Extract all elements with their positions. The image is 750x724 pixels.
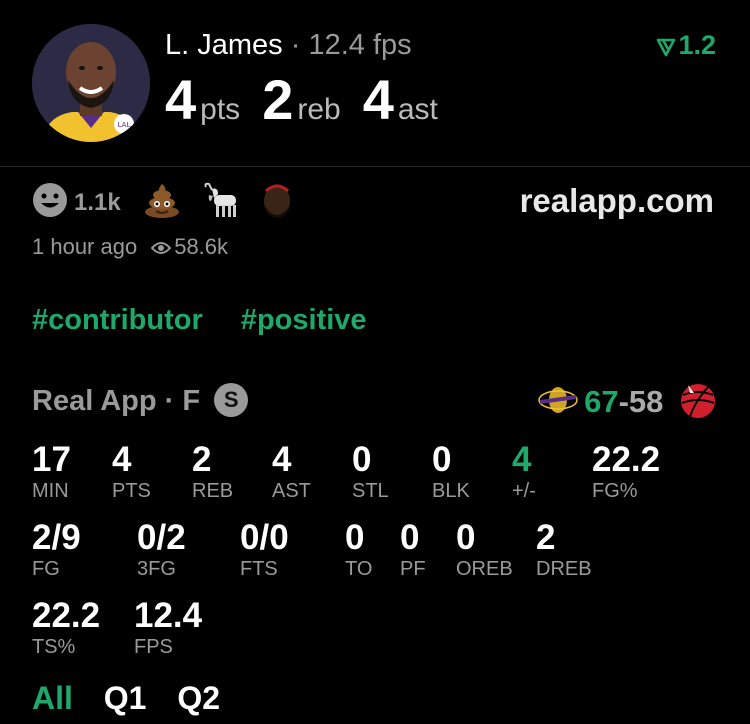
- tab-q2[interactable]: Q2: [177, 680, 220, 716]
- stat-value: 0: [432, 440, 452, 479]
- view-count: 58.6k: [174, 234, 229, 259]
- header-divider: [0, 166, 750, 167]
- stat-label: 3FG: [137, 558, 176, 580]
- separator-dot: ·: [164, 385, 175, 417]
- stat-value: 22.2: [592, 440, 661, 479]
- stat-pf: 0 PF: [400, 519, 426, 581]
- trend-down-icon: [657, 38, 676, 57]
- reb-value: 2: [262, 68, 294, 131]
- player-photo-icon: LAL: [32, 24, 150, 142]
- svg-text:LAL: LAL: [118, 121, 131, 129]
- stat-reb: 2 REB: [192, 441, 233, 503]
- trend-indicator: 1.2: [656, 30, 716, 61]
- stat-pts: 4 PTS: [112, 441, 151, 503]
- stat-fps: 12.4 FPS: [134, 597, 202, 659]
- stat-label: TO: [345, 558, 373, 580]
- stat-value: 0: [345, 518, 365, 557]
- pts-label: pts: [200, 93, 241, 126]
- stat-value: 4: [272, 440, 292, 479]
- headline-statline: 4 pts 2 reb 4 ast: [165, 72, 460, 128]
- ast-value: 4: [362, 68, 394, 131]
- goat-emoji-icon[interactable]: [200, 181, 240, 224]
- stat-label: FG: [32, 558, 60, 580]
- stat-value: 22.2: [32, 596, 101, 635]
- stat-label: DREB: [536, 558, 592, 580]
- smile-reaction-icon[interactable]: [32, 182, 68, 223]
- stat-label: REB: [192, 480, 234, 502]
- player-name-line: L. James · 12.4 fps: [165, 27, 412, 63]
- starter-badge: S: [214, 383, 249, 417]
- stat-oreb: 0 OREB: [456, 519, 513, 581]
- stat-label: PTS: [112, 480, 151, 502]
- stat-blk: 0 BLK: [432, 441, 470, 503]
- stat-label: AST: [272, 480, 311, 502]
- reaction-bar: 1.1k: [32, 181, 310, 221]
- stat-to: 0 TO: [345, 519, 372, 581]
- stat-dreb: 2 DREB: [536, 519, 592, 581]
- hashtag-contributor[interactable]: #contributor: [32, 304, 203, 336]
- smile-reaction-count: 1.1k: [74, 188, 121, 216]
- hashtag-list: #contributor #positive: [32, 304, 397, 337]
- stat-label: FPS: [134, 636, 173, 658]
- stat-ast: 4 AST: [272, 441, 311, 503]
- stat-stl: 0 STL: [352, 441, 389, 503]
- poop-emoji-icon[interactable]: [143, 182, 181, 223]
- stat-value: 0: [400, 518, 420, 557]
- lakers-logo-icon: [538, 387, 578, 413]
- stat-plus-minus: 4 +/-: [512, 441, 536, 503]
- stat-value: 4: [112, 440, 132, 479]
- stat-value: 2: [536, 518, 556, 557]
- period-tabs: All Q1 Q2: [32, 680, 242, 717]
- stat-value: 4: [512, 440, 532, 479]
- separator-dot: ·: [290, 29, 301, 61]
- stat-min: 17 MIN: [32, 441, 71, 503]
- reb-label: reb: [297, 93, 341, 126]
- stat-value: 0/2: [137, 518, 186, 557]
- stat-fg: 2/9 FG: [32, 519, 81, 581]
- tab-q1[interactable]: Q1: [104, 680, 147, 716]
- player-name[interactable]: L. James: [165, 29, 283, 61]
- stat-value: 17: [32, 440, 71, 479]
- stat-fts: 0/0 FTS: [240, 519, 289, 581]
- stat-label: +/-: [512, 480, 536, 502]
- stat-value: 12.4: [134, 596, 203, 635]
- stat-value: 0/0: [240, 518, 289, 557]
- stat-label: FG%: [592, 480, 638, 502]
- score-separator: -: [618, 384, 629, 419]
- stat-value: 0: [352, 440, 372, 479]
- player-position: F: [182, 385, 201, 417]
- tab-all[interactable]: All: [32, 680, 73, 716]
- stat-value: 2: [192, 440, 212, 479]
- stat-value: 0: [456, 518, 476, 557]
- trend-value: 1.2: [678, 30, 716, 60]
- pts-value: 4: [165, 68, 197, 131]
- player-fps: 12.4 fps: [308, 29, 412, 61]
- home-score: 67: [584, 384, 619, 419]
- eye-icon: [150, 242, 172, 254]
- source-site-link[interactable]: realapp.com: [520, 182, 714, 220]
- stat-label: OREB: [456, 558, 513, 580]
- stat-label: FTS: [240, 558, 278, 580]
- stat-value: 2/9: [32, 518, 81, 557]
- player-face-emoji-icon[interactable]: [258, 181, 296, 224]
- player-avatar[interactable]: LAL: [32, 24, 150, 142]
- stat-ts-pct: 22.2 TS%: [32, 597, 100, 659]
- stat-fg-pct: 22.2 FG%: [592, 441, 660, 503]
- stat-label: MIN: [32, 480, 69, 502]
- post-meta: 1 hour ago 58.6k: [32, 234, 228, 260]
- stat-label: TS%: [32, 636, 76, 658]
- time-ago: 1 hour ago: [32, 234, 138, 259]
- source-name[interactable]: Real App: [32, 385, 157, 417]
- stat-label: PF: [400, 558, 426, 580]
- stat-label: STL: [352, 480, 389, 502]
- stat-label: BLK: [432, 480, 470, 502]
- ast-label: ast: [397, 93, 438, 126]
- stat-3fg: 0/2 3FG: [137, 519, 186, 581]
- raptors-logo-icon: [681, 384, 715, 418]
- game-score[interactable]: 67-58: [538, 381, 718, 421]
- away-score: 58: [628, 384, 664, 419]
- hashtag-positive[interactable]: #positive: [241, 304, 367, 336]
- game-source-line: Real App · F S: [32, 383, 249, 418]
